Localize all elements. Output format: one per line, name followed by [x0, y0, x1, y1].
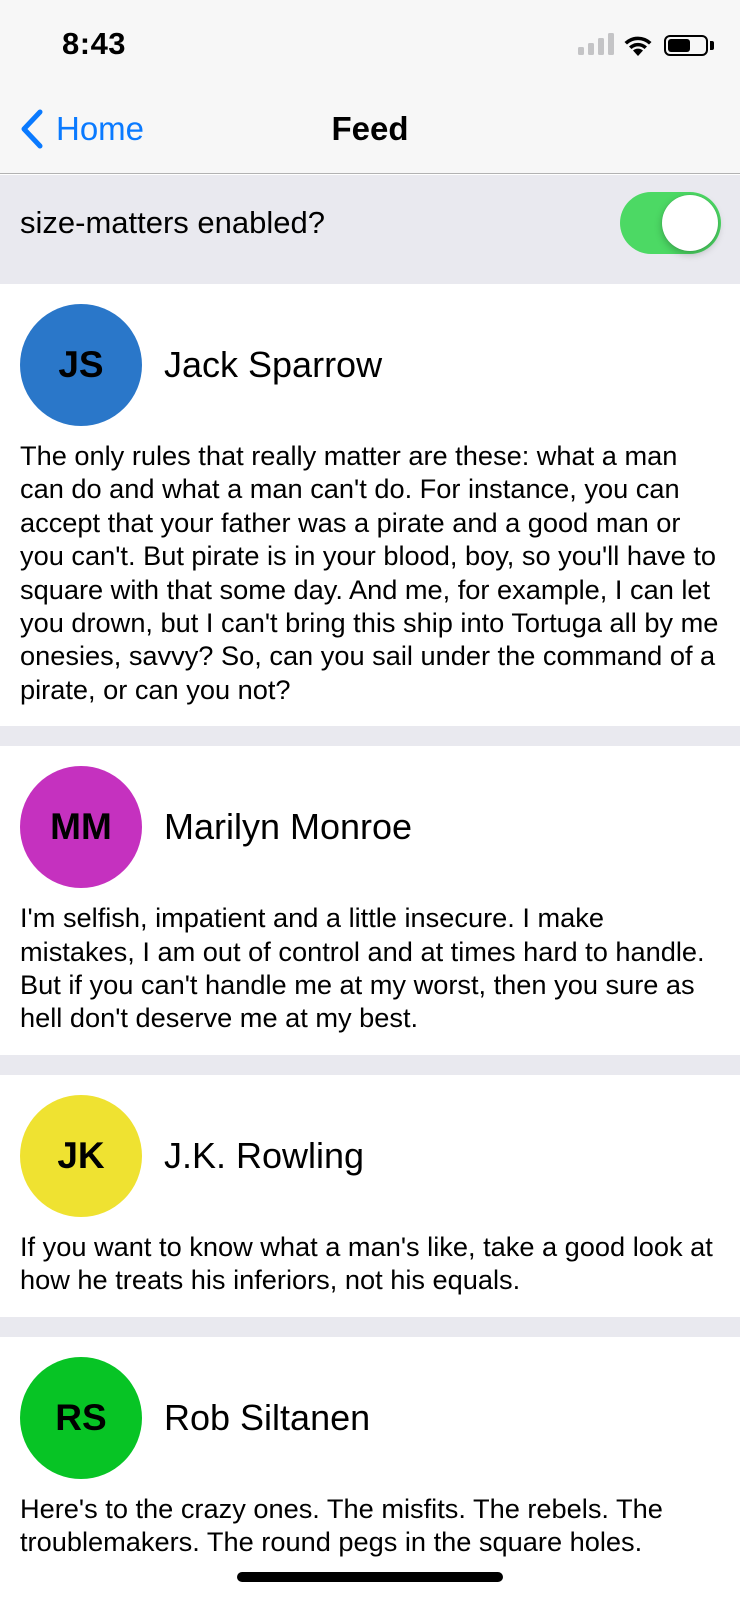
settings-label: size-matters enabled? [20, 205, 325, 240]
post-separator [0, 1054, 740, 1075]
avatar: RS [20, 1356, 142, 1479]
avatar: JK [20, 1094, 142, 1217]
feed-post: RS Rob Siltanen Here's to the crazy ones. … [0, 1336, 740, 1579]
navigation-bar: Home Feed [0, 88, 740, 174]
post-header: MM Marilyn Monroe [20, 766, 720, 889]
author-name: J.K. Rowling [164, 1134, 365, 1176]
avatar: JS [20, 304, 142, 426]
post-separator [0, 1316, 740, 1337]
battery-icon [664, 35, 708, 56]
author-name: Marilyn Monroe [164, 806, 413, 848]
author-name: Jack Sparrow [164, 344, 383, 385]
home-indicator[interactable] [237, 1572, 503, 1582]
post-text: I'm selfish, impatient and a little inse… [20, 902, 705, 1034]
post-header: JK J.K. Rowling [20, 1094, 720, 1217]
author-name: Rob Siltanen [164, 1396, 371, 1438]
status-time: 8:43 [62, 26, 127, 61]
feed-list: JS Jack Sparrow The only rules that really… [0, 284, 740, 1579]
avatar: MM [20, 766, 142, 889]
page-title: Feed [331, 110, 409, 147]
battery-nub [710, 41, 714, 50]
post-text: If you want to know what a man's like, t… [20, 1230, 713, 1296]
post-text: Here's to the crazy ones. The misfits. T… [20, 1492, 663, 1558]
post-header: RS Rob Siltanen [20, 1356, 720, 1479]
toggle-knob [662, 195, 718, 251]
feed-post: JK J.K. Rowling If you want to know what a… [0, 1074, 740, 1317]
status-bar: 8:43 [0, 0, 740, 88]
cellular-signal-icon [578, 33, 614, 55]
post-text: The only rules that really matter are th… [20, 440, 719, 705]
size-matters-toggle[interactable] [620, 192, 721, 254]
battery-fill [668, 39, 690, 52]
post-header: JS Jack Sparrow [20, 304, 720, 426]
feed-post: MM Marilyn Monroe I'm selfish, impatient a… [0, 746, 740, 1055]
feed-post: JS Jack Sparrow The only rules that really… [0, 284, 740, 727]
wifi-icon [624, 36, 652, 56]
post-separator [0, 726, 740, 747]
screen: 8:43 Home Feed size-matters enabled? JS … [0, 0, 740, 1602]
